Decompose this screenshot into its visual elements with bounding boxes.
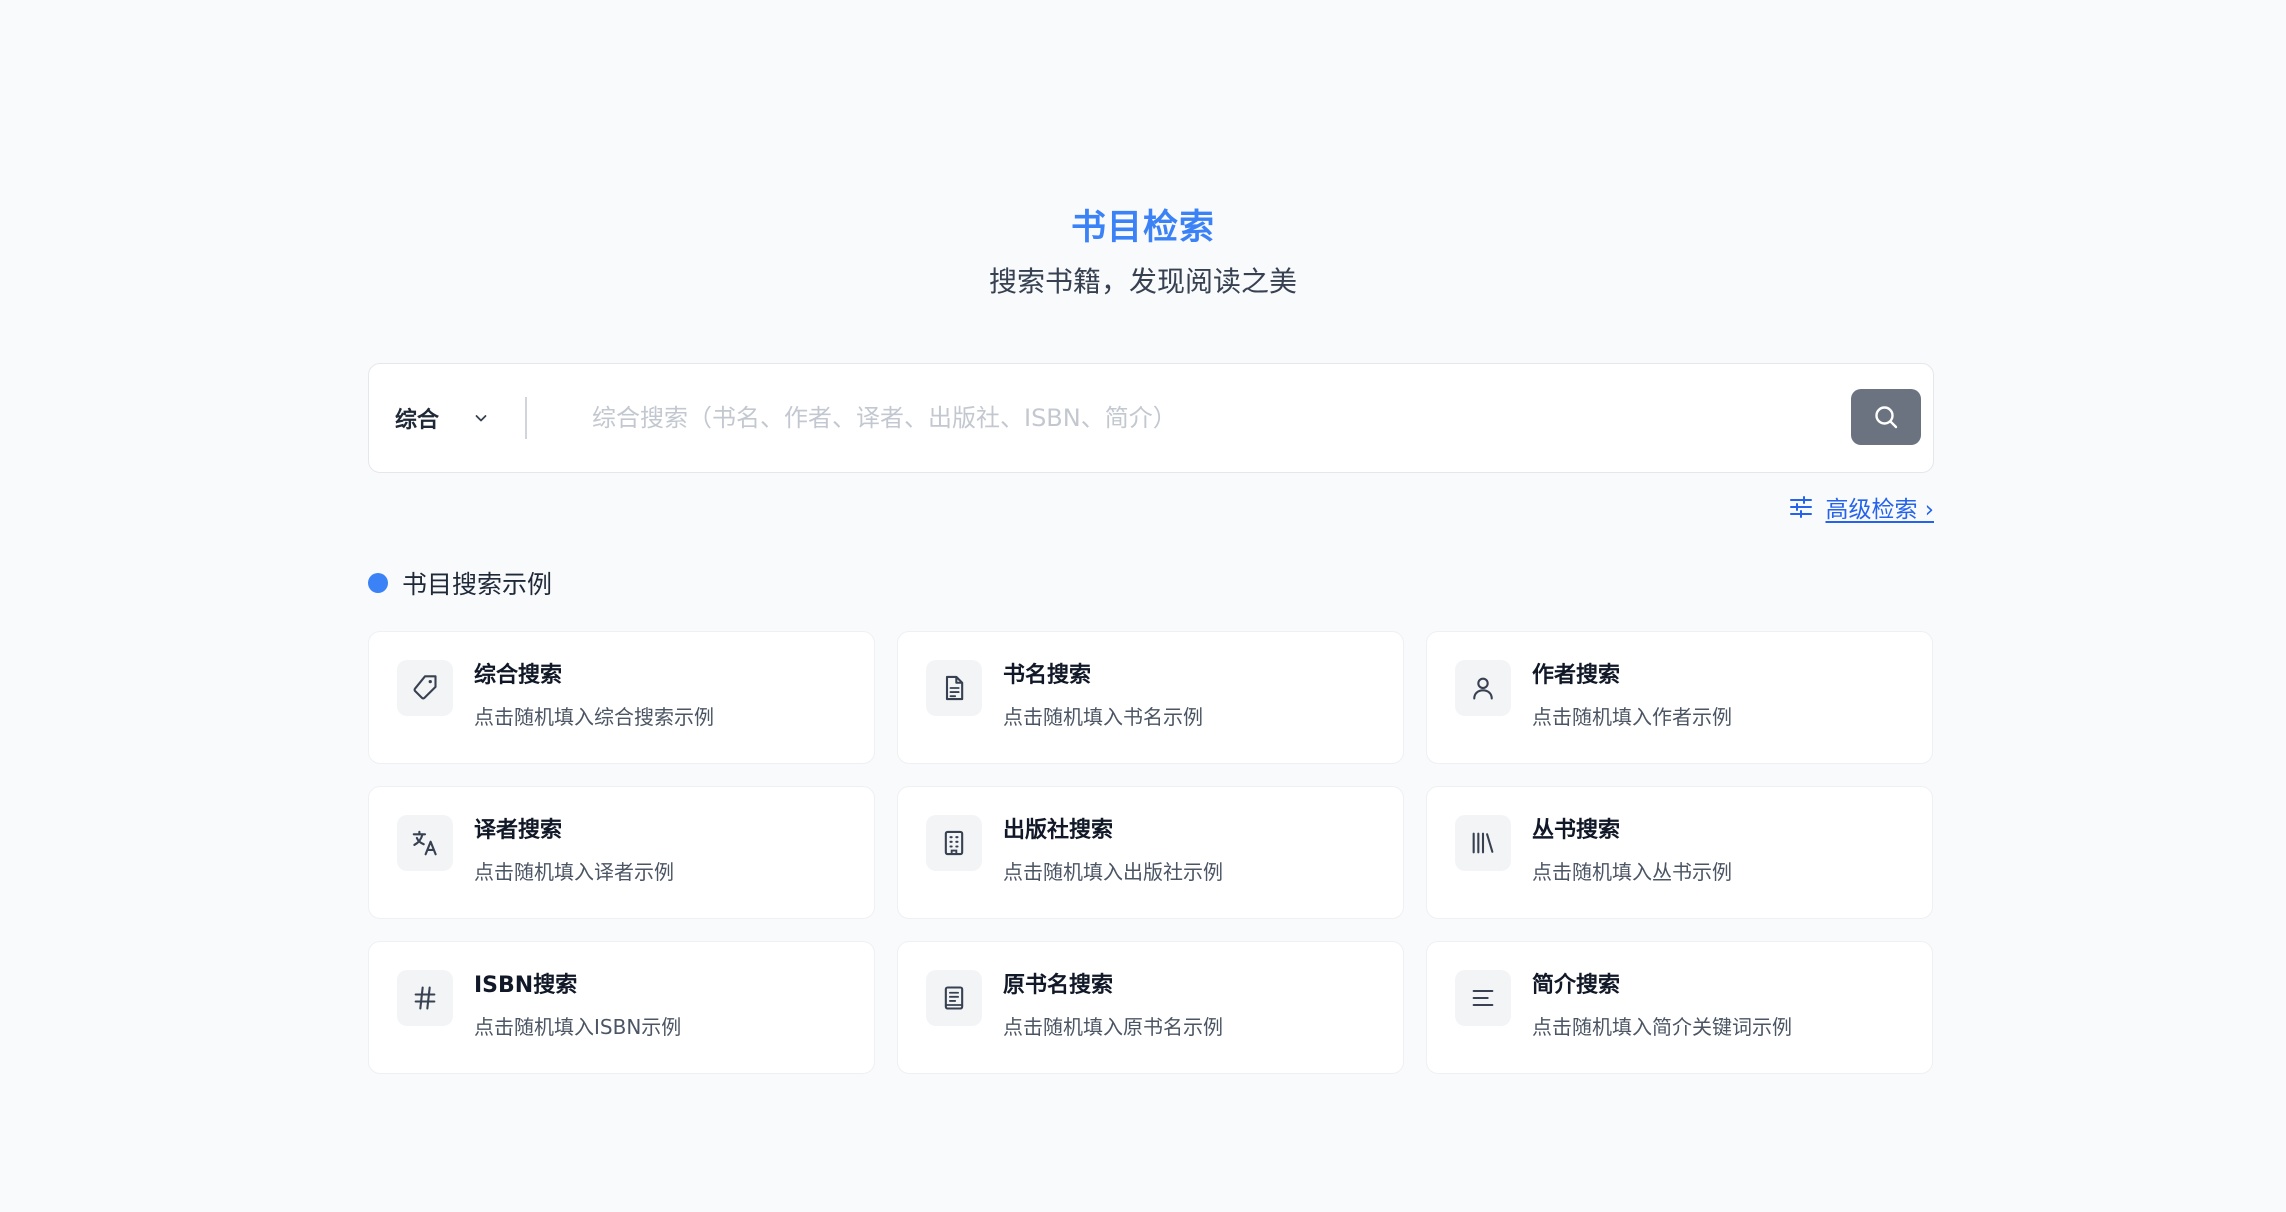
file-text-icon [926, 660, 982, 716]
example-card-summary[interactable]: 简介搜索 点击随机填入简介关键词示例 [1426, 941, 1933, 1074]
search-type-select[interactable]: 综合 [395, 364, 491, 471]
search-button[interactable] [1851, 389, 1921, 445]
card-description: 点击随机填入丛书示例 [1532, 860, 1732, 884]
example-card-original-title[interactable]: 原书名搜索 点击随机填入原书名示例 [897, 941, 1404, 1074]
align-left-icon [1455, 970, 1511, 1026]
library-icon [1455, 815, 1511, 871]
example-card-translator[interactable]: 译者搜索 点击随机填入译者示例 [368, 786, 875, 919]
card-description: 点击随机填入出版社示例 [1003, 860, 1223, 884]
translate-icon [397, 815, 453, 871]
example-card-author[interactable]: 作者搜索 点击随机填入作者示例 [1426, 631, 1933, 764]
card-title: 原书名搜索 [1003, 973, 1114, 998]
example-card-publisher[interactable]: 出版社搜索 点击随机填入出版社示例 [897, 786, 1404, 919]
card-description: 点击随机填入作者示例 [1532, 705, 1732, 729]
advanced-search-label: 高级检索 › [1825, 497, 1934, 523]
example-card-series[interactable]: 丛书搜索 点击随机填入丛书示例 [1426, 786, 1933, 919]
card-title: 书名搜索 [1003, 663, 1092, 688]
card-description: 点击随机填入译者示例 [474, 860, 674, 884]
card-description: 点击随机填入综合搜索示例 [474, 705, 714, 729]
examples-section-title: 书目搜索示例 [402, 570, 553, 599]
page: 书目检索 搜索书籍，发现阅读之美 综合 高级检索 › 书目搜索示例 [0, 0, 2286, 1212]
advanced-search-link[interactable]: 高级检索 › [1789, 490, 1934, 524]
card-description: 点击随机填入ISBN示例 [474, 1015, 682, 1039]
hash-icon [397, 970, 453, 1026]
search-type-label: 综合 [395, 407, 440, 433]
card-title: 出版社搜索 [1003, 818, 1114, 843]
example-card-isbn[interactable]: ISBN搜索 点击随机填入ISBN示例 [368, 941, 875, 1074]
section-dot [368, 573, 388, 593]
card-title: 简介搜索 [1532, 973, 1621, 998]
example-cards-grid: 综合搜索 点击随机填入综合搜索示例 书名搜索 点击随机填入书名示例 作者搜索 点… [368, 631, 1934, 1074]
card-title: 丛书搜索 [1532, 818, 1621, 843]
card-description: 点击随机填入原书名示例 [1003, 1015, 1223, 1039]
example-card-general[interactable]: 综合搜索 点击随机填入综合搜索示例 [368, 631, 875, 764]
card-title: ISBN搜索 [474, 973, 578, 998]
example-card-title[interactable]: 书名搜索 点击随机填入书名示例 [897, 631, 1404, 764]
card-title: 作者搜索 [1532, 663, 1621, 688]
card-title: 译者搜索 [474, 818, 563, 843]
page-title: 书目检索 [1070, 208, 1215, 248]
card-description: 点击随机填入简介关键词示例 [1532, 1015, 1792, 1039]
tag-icon [397, 660, 453, 716]
sliders-icon [1789, 495, 1813, 519]
user-icon [1455, 660, 1511, 716]
search-bar: 综合 [368, 363, 1934, 473]
card-description: 点击随机填入书名示例 [1003, 705, 1203, 729]
search-input[interactable] [592, 394, 1792, 442]
examples-section-header: 书目搜索示例 [368, 565, 552, 601]
chevron-down-icon [471, 408, 491, 428]
search-icon [1872, 403, 1900, 431]
building-icon [926, 815, 982, 871]
card-title: 综合搜索 [474, 663, 563, 688]
search-divider [525, 397, 527, 439]
book-icon [926, 970, 982, 1026]
header: 书目检索 搜索书籍，发现阅读之美 [0, 200, 2286, 306]
page-subtitle: 搜索书籍，发现阅读之美 [988, 265, 1297, 298]
